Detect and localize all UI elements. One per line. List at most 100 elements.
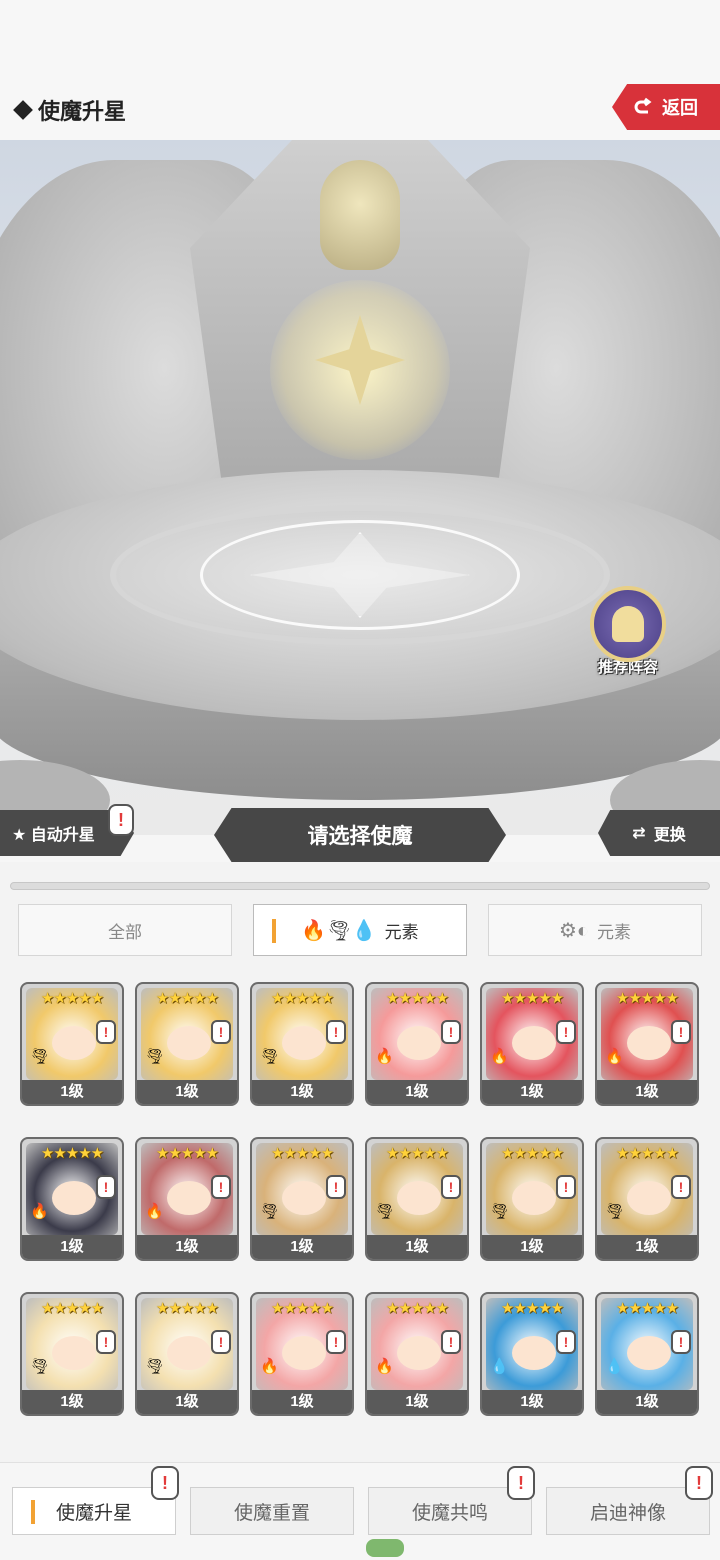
familiar-card[interactable]: ★★★★★ 🌪! 1级 [365, 1137, 469, 1261]
tab-resonance-label: 使魔共鸣 [411, 1502, 488, 1524]
alert-badge: ! [556, 1330, 576, 1354]
familiar-card[interactable]: ★★★★★ 🌪! 1级 [480, 1137, 584, 1261]
filter-element-primary[interactable]: 🔥🌪💧 元素 [253, 904, 467, 956]
familiar-card[interactable]: ★★★★★ 🌪! 1级 [135, 1292, 239, 1416]
switch-button[interactable]: ⇄ 更换 [598, 810, 720, 856]
familiar-card[interactable]: ★★★★★ 🔥! 1级 [20, 1137, 124, 1261]
familiar-card[interactable]: ★★★★★ 🔥! 1级 [480, 982, 584, 1106]
alert-badge: ! [326, 1020, 346, 1044]
tab-resonance[interactable]: 使魔共鸣 ! [368, 1466, 535, 1535]
tab-alert-badge: ! [685, 1466, 713, 1500]
familiar-card[interactable]: ★★★★★ 🌪! 1级 [250, 982, 354, 1106]
alert-badge: ! [108, 804, 134, 836]
back-button[interactable]: 返回 [612, 84, 720, 130]
element-icon: 🌪 [145, 1358, 165, 1375]
element-icon: 🌪 [490, 1203, 510, 1220]
panel-divider [10, 882, 710, 890]
back-label: 返回 [662, 98, 698, 118]
familiar-card[interactable]: ★★★★★ 🌪! 1级 [595, 1137, 699, 1261]
element-icon: 🔥 [375, 1358, 394, 1375]
familiar-level: 1级 [367, 1080, 467, 1104]
familiar-face [282, 1026, 326, 1060]
familiar-card[interactable]: ★★★★★ 💧! 1级 [480, 1292, 584, 1416]
filter-element-label: 元素 [384, 922, 419, 942]
tab-star-up-label: 使魔升星 [55, 1502, 132, 1524]
familiar-card[interactable]: ★★★★★ 🌪! 1级 [135, 982, 239, 1106]
element-icon: 🌪 [145, 1048, 165, 1065]
alert-badge: ! [556, 1020, 576, 1044]
alert-badge: ! [96, 1330, 116, 1354]
familiar-level: 1级 [367, 1235, 467, 1259]
familiar-face [52, 1181, 96, 1215]
star-rating: ★★★★★ [500, 990, 564, 1007]
alert-badge: ! [671, 1330, 691, 1354]
star-rating: ★★★★★ [155, 990, 219, 1007]
alert-badge: ! [96, 1020, 116, 1044]
familiar-card[interactable]: ★★★★★ 🌪! 1级 [20, 1292, 124, 1416]
star-rating: ★★★★★ [270, 1300, 334, 1317]
auto-star-up-label: ★ 自动升星 [12, 827, 95, 844]
tab-enlighten-statue[interactable]: 启迪神像 ! [546, 1466, 713, 1535]
familiar-card[interactable]: ★★★★★ 🔥! 1级 [250, 1292, 354, 1416]
familiar-card[interactable]: ★★★★★ 🔥! 1级 [135, 1137, 239, 1261]
star-rating: ★★★★★ [615, 990, 679, 1007]
element-icon: 🌪 [260, 1203, 280, 1220]
gear-moon-icon: ⚙◐ [558, 919, 589, 942]
tab-star-up[interactable]: 使魔升星 ! [12, 1466, 179, 1535]
tab-reset[interactable]: 使魔重置 [190, 1487, 354, 1535]
familiar-card[interactable]: ★★★★★ 🌪! 1级 [250, 1137, 354, 1261]
familiar-card[interactable]: ★★★★★ 💧! 1级 [595, 1292, 699, 1416]
star-rating: ★★★★★ [40, 1300, 104, 1317]
alert-badge: ! [556, 1175, 576, 1199]
familiar-level: 1级 [137, 1235, 237, 1259]
element-icon: 🔥 [260, 1358, 279, 1375]
familiar-level: 1级 [137, 1080, 237, 1104]
familiar-level: 1级 [22, 1390, 122, 1414]
mascot-icon [366, 1539, 404, 1557]
familiar-face [512, 1026, 556, 1060]
filter-all-label: 全部 [108, 922, 142, 942]
diamond-icon [13, 100, 33, 120]
tab-alert-badge: ! [507, 1466, 535, 1500]
alert-badge: ! [671, 1020, 691, 1044]
element-icon: 🌪 [30, 1048, 50, 1065]
familiar-face [512, 1336, 556, 1370]
star-rating: ★★★★★ [385, 990, 449, 1007]
alert-badge: ! [326, 1175, 346, 1199]
select-familiar-banner: 请选择使魔 [214, 808, 506, 862]
page-title-text: 使魔升星 [38, 99, 127, 124]
alert-badge: ! [441, 1330, 461, 1354]
familiar-level: 1级 [367, 1390, 467, 1414]
familiar-level: 1级 [22, 1235, 122, 1259]
familiar-card[interactable]: ★★★★★ 🔥! 1级 [365, 982, 469, 1106]
familiar-face [397, 1336, 441, 1370]
page-title: 使魔升星 [13, 94, 127, 126]
fire-wind-water-icon: 🔥🌪💧 [301, 919, 377, 942]
element-icon: 🌪 [260, 1048, 280, 1065]
element-icon: 🔥 [605, 1048, 624, 1065]
element-icon: 🔥 [30, 1203, 49, 1220]
altar-scene: 推荐阵容 [0, 140, 720, 835]
filter-bar: 全部 🔥🌪💧 元素 ⚙◐ 元素 [18, 904, 702, 956]
familiar-face [52, 1336, 96, 1370]
alert-badge: ! [441, 1175, 461, 1199]
familiar-level: 1级 [252, 1080, 352, 1104]
familiar-card[interactable]: ★★★★★ 🔥! 1级 [365, 1292, 469, 1416]
filter-element-secondary[interactable]: ⚙◐ 元素 [488, 904, 702, 956]
familiar-card[interactable]: ★★★★★ 🔥! 1级 [595, 982, 699, 1106]
familiar-level: 1级 [252, 1390, 352, 1414]
star-rating: ★★★★★ [500, 1145, 564, 1162]
app-screen: 使魔升星 返回 推荐阵容 ★ 自动升星 ! 请选择使魔 ⇄ 更换 全部 🔥🌪💧 … [0, 0, 720, 1560]
familiar-panel: 全部 🔥🌪💧 元素 ⚙◐ 元素 ★★★★★ 🌪! 1级 ★★★★★ 🌪! 1级 ★★★★★ 🌪… [0, 862, 720, 1462]
star-rating: ★★★★★ [270, 1145, 334, 1162]
team-medal-icon [590, 586, 666, 662]
tab-reset-label: 使魔重置 [233, 1502, 310, 1524]
recommend-team-button[interactable]: 推荐阵容 [586, 586, 670, 677]
familiar-card[interactable]: ★★★★★ 🌪! 1级 [20, 982, 124, 1106]
element-icon: 🔥 [490, 1048, 509, 1065]
star-rating: ★★★★★ [615, 1300, 679, 1317]
familiar-face [397, 1026, 441, 1060]
familiar-level: 1级 [482, 1080, 582, 1104]
star-rating: ★★★★★ [40, 990, 104, 1007]
filter-all[interactable]: 全部 [18, 904, 232, 956]
